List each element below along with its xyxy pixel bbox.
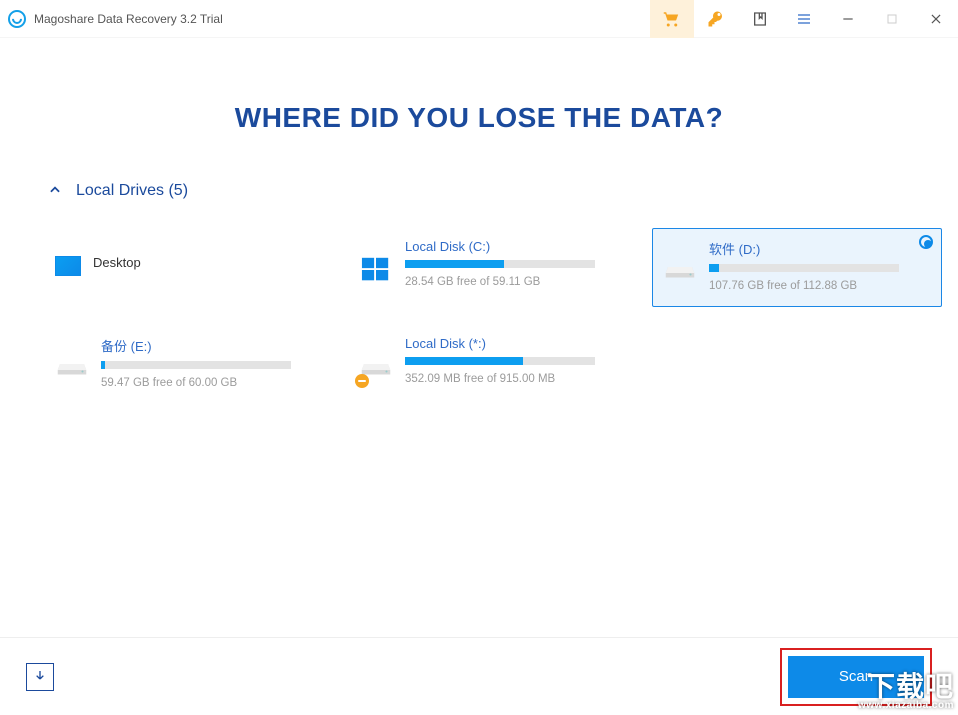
hdd-warn-icon <box>359 350 393 384</box>
drive-software-d[interactable]: 软件 (D:) 107.76 GB free of 112.88 GB <box>652 228 942 307</box>
warning-badge-icon <box>355 374 369 388</box>
drive-meta: 107.76 GB free of 112.88 GB <box>709 280 927 292</box>
scan-button[interactable]: Scan <box>788 656 924 698</box>
drive-meta: 59.47 GB free of 60.00 GB <box>101 377 319 389</box>
scan-button-label: Scan <box>839 668 873 685</box>
maximize-button[interactable] <box>870 0 914 38</box>
menu-button[interactable] <box>782 0 826 38</box>
menu-icon <box>796 11 812 27</box>
page-heading: WHERE DID YOU LOSE THE DATA? <box>0 102 958 134</box>
drive-label: 备份 (E:) <box>101 336 319 355</box>
drive-label: 软件 (D:) <box>709 239 927 258</box>
drive-usage-bar <box>101 361 291 369</box>
cart-button[interactable] <box>650 0 694 38</box>
drive-usage-bar <box>709 264 899 272</box>
drive-meta: 28.54 GB free of 59.11 GB <box>405 276 623 288</box>
titlebar: Magoshare Data Recovery 3.2 Trial <box>0 0 958 38</box>
app-logo-icon <box>8 10 26 28</box>
footer: Scan <box>0 637 958 715</box>
section-title: Local Drives (5) <box>76 182 188 200</box>
drive-meta: 352.09 MB free of 915.00 MB <box>405 373 623 385</box>
bookmark-button[interactable] <box>738 0 782 38</box>
selected-radio-icon <box>919 235 933 249</box>
drive-usage-bar <box>405 357 595 365</box>
hdd-icon <box>663 253 697 287</box>
drive-local-disk-star[interactable]: Local Disk (*:) 352.09 MB free of 915.00… <box>348 325 638 404</box>
maximize-icon <box>886 13 898 25</box>
scan-highlight-box: Scan <box>780 648 932 706</box>
close-button[interactable] <box>914 0 958 38</box>
drives-grid: Desktop Local Disk (C:) 28.54 GB free of… <box>0 228 958 404</box>
key-button[interactable] <box>694 0 738 38</box>
drive-desktop[interactable]: Desktop <box>44 228 334 307</box>
import-button[interactable] <box>26 663 54 691</box>
app-title: Magoshare Data Recovery 3.2 Trial <box>34 12 223 26</box>
close-icon <box>929 12 943 26</box>
drive-label: Local Disk (*:) <box>405 336 623 351</box>
drive-label: Local Disk (C:) <box>405 239 623 254</box>
drive-label: Desktop <box>93 255 319 270</box>
key-icon <box>707 10 725 28</box>
minimize-icon <box>841 12 855 26</box>
minimize-button[interactable] <box>826 0 870 38</box>
hdd-icon <box>55 350 89 384</box>
drive-usage-bar <box>405 260 595 268</box>
windows-drive-icon <box>359 253 393 287</box>
desktop-icon <box>55 256 81 276</box>
download-icon <box>32 669 48 685</box>
chevron-up-icon <box>48 183 62 200</box>
drive-local-disk-c[interactable]: Local Disk (C:) 28.54 GB free of 59.11 G… <box>348 228 638 307</box>
drive-backup-e[interactable]: 备份 (E:) 59.47 GB free of 60.00 GB <box>44 325 334 404</box>
cart-icon <box>663 10 681 28</box>
bookmark-icon <box>752 11 768 27</box>
section-header-local-drives[interactable]: Local Drives (5) <box>0 182 958 200</box>
